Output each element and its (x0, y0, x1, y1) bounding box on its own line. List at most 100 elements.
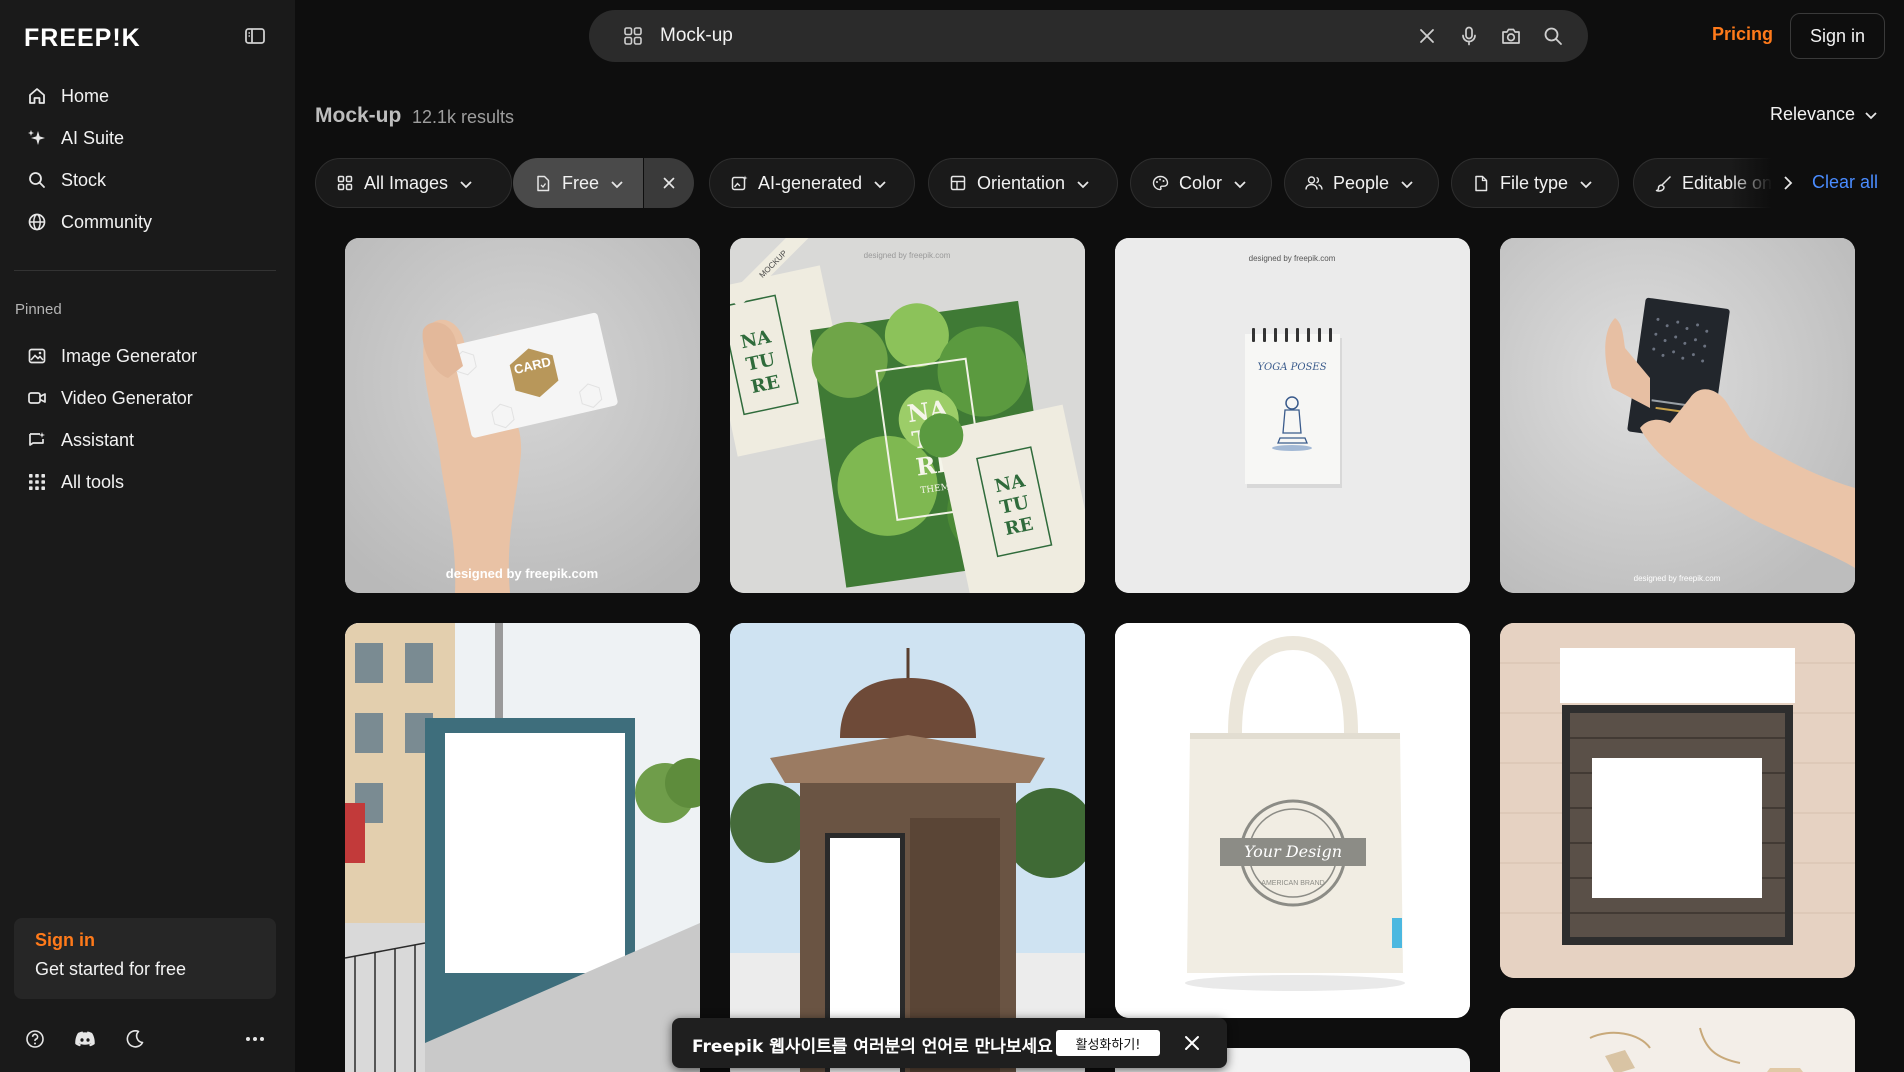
pricing-link[interactable]: Pricing (1712, 24, 1773, 45)
sidebar-item-home[interactable]: Home (14, 75, 280, 117)
signin-promo-card[interactable]: Sign in Get started for free (14, 918, 276, 999)
filter-label: AI-generated (758, 172, 863, 193)
moon-icon[interactable] (124, 1028, 146, 1050)
search-submit-icon[interactable] (1542, 25, 1564, 47)
remove-free-filter-icon[interactable] (644, 158, 694, 208)
grid-icon (336, 174, 354, 192)
results-count: 12.1k results (412, 107, 515, 127)
toast-message: Freepik 웹사이트를 여러분의 언어로 만나보세요 (692, 1037, 1053, 1057)
sidebar-item-label: Video Generator (61, 387, 193, 408)
filter-label: Orientation (977, 172, 1066, 193)
brush-icon (1654, 174, 1672, 192)
yoga-notepad-mockup-image: designed by freepik.com YOGA POSES (1115, 238, 1470, 593)
image-search-grid-icon[interactable] (623, 26, 643, 46)
close-icon[interactable] (1181, 1032, 1203, 1054)
sidebar-item-assistant[interactable]: Assistant (14, 419, 280, 461)
chevron-right-icon[interactable] (1777, 172, 1799, 194)
discord-icon[interactable] (74, 1028, 96, 1050)
american-brand-text: AMERICAN BRAND (1261, 880, 1324, 887)
sidebar-item-community[interactable]: Community (14, 201, 280, 243)
clear-search-icon[interactable] (1416, 25, 1438, 47)
grid-icon (26, 471, 48, 493)
chevron-down-icon (460, 173, 472, 194)
sidebar-item-label: AI Suite (61, 127, 125, 148)
result-card-dark-business-card[interactable]: designed by freepik.com (1500, 238, 1855, 593)
globe-icon (26, 211, 48, 233)
result-card-tote-bag[interactable]: Your Design AMERICAN BRAND (1115, 623, 1470, 1018)
sidebar-item-all-tools[interactable]: All tools (14, 461, 280, 503)
signin-button[interactable]: Sign in (1790, 13, 1885, 59)
result-card-shop-window[interactable] (1500, 623, 1855, 978)
result-card-nature-theme[interactable]: designed by freepik.com NA TU RE MOCKUP NA… (730, 238, 1085, 593)
tote-bag-mockup-image: Your Design AMERICAN BRAND (1115, 623, 1470, 1018)
search-input[interactable] (660, 18, 1340, 54)
dark-business-card-mockup-image: designed by freepik.com (1500, 238, 1855, 593)
sparkle-icon (26, 127, 48, 149)
watermark: designed by freepik.com (864, 251, 951, 260)
result-card-partial-tag[interactable] (1500, 1008, 1855, 1072)
chevron-down-icon (611, 173, 623, 194)
watermark: designed by freepik.com (446, 566, 598, 581)
result-card-kiosk[interactable] (730, 623, 1085, 1072)
pinned-heading: Pinned (15, 301, 62, 318)
freepik-logo[interactable]: FREEP!K (24, 24, 141, 53)
ai-image-icon (730, 174, 748, 192)
signin-promo-title[interactable]: Sign in (35, 930, 255, 951)
sidebar-item-label: All tools (61, 471, 125, 492)
sidebar-item-stock[interactable]: Stock (14, 159, 280, 201)
sidebar-collapse-icon[interactable] (244, 26, 266, 46)
tag-mockup-image (1500, 1008, 1855, 1072)
pinned-nav: Image Generator Video Generator Assistan… (14, 335, 280, 503)
signin-promo-subtitle: Get started for free (35, 959, 187, 979)
sidebar-item-image-generator[interactable]: Image Generator (14, 335, 280, 377)
camera-search-icon[interactable] (1500, 25, 1522, 47)
results-title: Mock-up (315, 104, 402, 127)
home-icon (26, 85, 48, 107)
yoga-poses-text: YOGA POSES (1257, 362, 1326, 373)
layout-icon (949, 174, 967, 192)
shop-window-mockup-image (1500, 623, 1855, 978)
filter-ai-generated[interactable]: AI-generated (709, 158, 915, 208)
sidebar-item-video-generator[interactable]: Video Generator (14, 377, 280, 419)
sidebar-item-label: Home (61, 85, 110, 106)
sidebar: FREEP!K Home AI Suite Stock Community Pi… (0, 0, 295, 1072)
filter-label: Free (562, 172, 600, 193)
sidebar-item-label: Community (61, 211, 153, 232)
clear-all-filters-link[interactable]: Clear all (1812, 172, 1878, 193)
street-billboard-mockup-image (345, 623, 700, 1072)
chat-icon (26, 429, 48, 451)
chevron-down-icon (1865, 104, 1877, 125)
filter-free[interactable]: Free (513, 158, 643, 208)
result-card-street-billboard[interactable] (345, 623, 700, 1072)
file-icon (1472, 174, 1490, 192)
help-icon[interactable] (24, 1028, 46, 1050)
filter-file-type[interactable]: File type (1451, 158, 1619, 208)
search-icon (26, 169, 48, 191)
filter-orientation[interactable]: Orientation (928, 158, 1118, 208)
more-icon[interactable] (244, 1028, 266, 1050)
filter-color[interactable]: Color (1130, 158, 1272, 208)
filter-label: People (1333, 172, 1390, 193)
sidebar-divider (14, 270, 276, 271)
chevron-down-icon (1234, 173, 1246, 194)
chevron-down-icon (1580, 173, 1592, 194)
file-icon (534, 174, 552, 192)
result-card-business-card[interactable]: CARD designed by freepik.com (345, 238, 700, 593)
search-bar (589, 10, 1588, 62)
nature-theme-mockup-image: designed by freepik.com NATURE MOCKUP NA… (730, 238, 1085, 593)
filter-all-images[interactable]: All Images (315, 158, 512, 208)
app-root: FREEP!K Home AI Suite Stock Community Pi… (0, 0, 1904, 1072)
sort-dropdown[interactable]: Relevance (1770, 104, 1877, 125)
toast-activate-button[interactable]: 활성화하기! (1056, 1030, 1160, 1056)
palette-icon (1151, 174, 1169, 192)
business-card-mockup-image: CARD designed by freepik.com (345, 238, 700, 593)
result-card-yoga-notepad[interactable]: designed by freepik.com YOGA POSES (1115, 238, 1470, 593)
chevron-down-icon (1401, 173, 1413, 194)
filter-label: Color (1179, 172, 1223, 193)
filter-people[interactable]: People (1284, 158, 1439, 208)
your-design-text: Your Design (1244, 842, 1342, 861)
sidebar-item-ai-suite[interactable]: AI Suite (14, 117, 280, 159)
microphone-icon[interactable] (1458, 25, 1480, 47)
kiosk-mockup-image (730, 623, 1085, 1072)
filter-bar: All Images Free AI-generated Orientation… (315, 158, 1775, 208)
